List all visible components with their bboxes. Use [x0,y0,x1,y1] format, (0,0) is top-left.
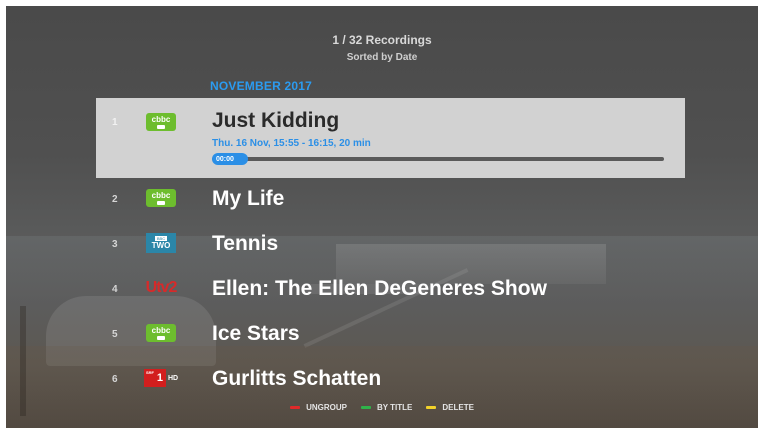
recording-title: Ellen: The Ellen DeGeneres Show [212,277,547,300]
recording-title: Gurlitts Schatten [212,367,382,390]
row-number: 1 [112,117,118,128]
color-key-legend: UNGROUP BY TITLE DELETE [6,403,758,412]
row-number: 5 [112,329,118,340]
recording-row-5[interactable]: 5 cbbc Ice Stars [96,314,685,356]
background-post [20,306,26,416]
recording-title: Tennis [212,232,279,255]
channel-logo-cbbc-icon: cbbc [144,323,178,343]
playback-progress-bar: 00:00 [212,153,664,165]
month-group-header: NOVEMBER 2017 [210,79,312,93]
recording-meta: Thu. 16 Nov, 15:55 - 16:15, 20 min [212,138,371,149]
by-title-label: BY TITLE [376,403,413,412]
channel-logo-srf1-hd-icon: SRF 1 HD [143,368,178,388]
playback-time: 00:00 [216,155,234,163]
recording-row-1[interactable]: 1 cbbc Just Kidding Thu. 16 Nov, 15:55 -… [96,98,685,178]
recording-title: Just Kidding [212,109,340,132]
playback-position: 00:00 [212,153,248,165]
red-key-icon [290,406,301,409]
recordings-count-title: 1 / 32 Recordings [332,33,432,47]
channel-logo-utv2-icon: Utv2 [145,279,178,296]
recording-row-2[interactable]: 2 cbbc My Life [96,179,685,221]
row-number: 3 [112,239,118,250]
channel-logo-bbc-two-icon: BBC TWO [144,233,178,253]
row-number: 2 [112,194,118,205]
ungroup-action[interactable]: UNGROUP [290,403,347,412]
green-key-icon [360,406,371,409]
row-number: 6 [112,374,118,385]
recording-title: Ice Stars [212,322,300,345]
recording-row-6[interactable]: 6 SRF 1 HD Gurlitts Schatten [96,359,685,401]
channel-logo-cbbc-icon: cbbc [144,112,178,132]
yellow-key-icon [426,406,437,409]
recording-row-4[interactable]: 4 Utv2 Ellen: The Ellen DeGeneres Show [96,269,685,311]
recording-row-3[interactable]: 3 BBC TWO Tennis [96,224,685,266]
recordings-screen: 1 / 32 Recordings Sorted by Date NOVEMBE… [6,6,758,428]
row-number: 4 [112,284,118,295]
delete-action[interactable]: DELETE [426,403,474,412]
recording-title: My Life [212,187,285,210]
ungroup-label: UNGROUP [306,403,347,412]
sort-label: Sorted by Date [346,52,418,63]
by-title-action[interactable]: BY TITLE [360,403,413,412]
delete-label: DELETE [442,403,474,412]
channel-logo-cbbc-icon: cbbc [144,188,178,208]
